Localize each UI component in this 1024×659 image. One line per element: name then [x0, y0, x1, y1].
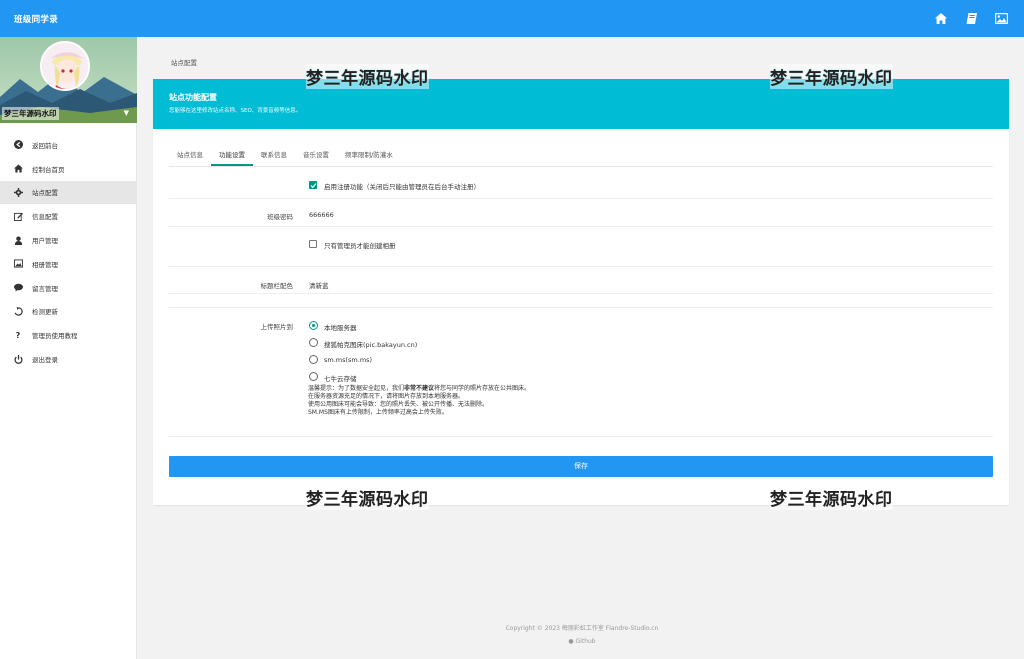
- sidebar-item-tutorial[interactable]: ? 管理员使用教程: [0, 323, 136, 347]
- divider: [169, 293, 993, 294]
- sidebar-item-update[interactable]: 检测更新: [0, 300, 136, 324]
- class-password-label: 班级密码: [267, 213, 293, 221]
- username: 梦三年源码水印: [2, 107, 59, 120]
- tab-rate-limit[interactable]: 频率限制/防灌水: [337, 146, 401, 166]
- tab-function-settings[interactable]: 功能设置: [211, 146, 253, 166]
- admin-album-checkbox[interactable]: [309, 240, 317, 248]
- register-label: 启用注册功能（关闭后只能由管理员在后台手动注册）: [324, 183, 480, 191]
- sidebar-item-label: 控制台首页: [32, 165, 65, 174]
- chevron-down-icon[interactable]: ▼: [124, 109, 129, 117]
- power-icon: [13, 354, 23, 364]
- card-subtitle: 您能够在这里修改站点名称、SEO、背景音频等信息。: [169, 108, 302, 114]
- gear-icon: [13, 187, 23, 197]
- app-title[interactable]: 班级同学录: [14, 13, 58, 25]
- github-link[interactable]: ● Github: [497, 635, 667, 648]
- hint-text: 使用公用图床可能会导致：您的照片丢失、被公开传播、无法删除。: [308, 401, 489, 408]
- admin-album-label: 只有管理员才能创建相册: [324, 242, 396, 250]
- upload-option-smms: sm.ms(sm.ms): [324, 356, 373, 364]
- sidebar-item-logout[interactable]: 退出登录: [0, 347, 136, 371]
- watermark: 梦三年源码水印: [306, 64, 429, 89]
- home-icon[interactable]: [934, 12, 948, 26]
- hint-text: SM.MS图床有上传限制，上传频率过高会上传失败。: [308, 409, 448, 416]
- sidebar-item-label: 用户管理: [32, 237, 58, 246]
- upload-radio-qiniu[interactable]: [309, 372, 318, 381]
- title-color-label: 标题栏配色: [260, 282, 294, 290]
- footer: Copyright © 2023 梅丽彩虹工作室 Flandre-Studio.…: [497, 622, 667, 648]
- sidebar-item-albums[interactable]: 相册管理: [0, 252, 136, 276]
- tab-contact-info[interactable]: 联系信息: [253, 146, 295, 166]
- upload-option-bakayun: 搜狐帕克图床(pic.bakayun.cn): [324, 341, 418, 349]
- sidebar-item-label: 返回前台: [32, 141, 58, 150]
- edit-icon: [13, 211, 23, 221]
- sidebar-item-site-config[interactable]: 站点配置: [0, 180, 136, 205]
- copyright: Copyright © 2023 梅丽彩虹工作室 Flandre-Studio.…: [505, 625, 659, 632]
- avatar[interactable]: [40, 41, 90, 91]
- sidebar-item-info-config[interactable]: 信息配置: [0, 204, 136, 228]
- hint-text: 在服务器资源充足的情况下，请将图片存放到本地服务器。: [308, 393, 465, 400]
- divider: [169, 307, 993, 308]
- class-password-input[interactable]: 666666: [309, 211, 334, 219]
- user-icon: [13, 235, 23, 245]
- hint-emphasis: 非常不建议: [404, 385, 435, 392]
- sidebar-item-label: 相册管理: [32, 260, 58, 269]
- watermark: 梦三年源码水印: [770, 485, 893, 510]
- divider: [169, 436, 993, 437]
- image-icon: [13, 259, 23, 269]
- sidebar-menu: 返回前台 控制台首页 站点配置 信息配置 用户管理 相册管理 留言管理 检测更新…: [0, 133, 136, 371]
- sidebar-item-label: 站点配置: [32, 189, 58, 198]
- tab-music-settings[interactable]: 音乐设置: [295, 146, 337, 166]
- upload-radio-smms[interactable]: [309, 355, 318, 364]
- sidebar-item-dashboard[interactable]: 控制台首页: [0, 157, 136, 181]
- tab-site-info[interactable]: 站点信息: [169, 146, 211, 166]
- check-icon: [310, 182, 316, 188]
- divider: [169, 198, 993, 199]
- profile-banner[interactable]: 梦三年源码水印 ▼: [0, 37, 137, 123]
- home-icon: [13, 164, 23, 174]
- upload-hint: 温馨提示：为了数据安全起见，我们非常不建议将您与同学的照片存放在公共图床。 在服…: [308, 385, 530, 417]
- sidebar-item-label: 信息配置: [32, 213, 58, 222]
- tab-bar: 站点信息 功能设置 联系信息 音乐设置 频率限制/防灌水: [169, 146, 993, 167]
- sidebar-item-label: 检测更新: [32, 308, 58, 317]
- upload-label: 上传照片到: [260, 323, 294, 331]
- topbar-icons: [934, 12, 1008, 26]
- question-icon: ?: [15, 330, 21, 340]
- sidebar-item-label: 管理员使用教程: [32, 332, 78, 341]
- upload-option-local: 本地服务器: [324, 324, 357, 332]
- save-button[interactable]: 保存: [169, 456, 993, 477]
- sidebar-item-users[interactable]: 用户管理: [0, 228, 136, 252]
- refresh-icon: [13, 306, 23, 316]
- card-title: 站点功能配置: [169, 93, 217, 102]
- arrow-left-circle-icon: [13, 140, 23, 150]
- hint-text: 温馨提示：为了数据安全起见，我们: [308, 385, 405, 392]
- config-card: 站点功能配置 您能够在这里修改站点名称、SEO、背景音频等信息。 站点信息 功能…: [153, 79, 1009, 505]
- book-icon[interactable]: [964, 12, 978, 26]
- top-bar: 班级同学录: [0, 0, 1024, 37]
- divider: [169, 226, 993, 227]
- divider: [169, 266, 993, 267]
- upload-option-qiniu: 七牛云存储: [324, 375, 357, 383]
- watermark: 梦三年源码水印: [306, 485, 429, 510]
- hint-text: 将您与同学的照片存放在公共图床。: [434, 385, 531, 392]
- sidebar-item-label: 退出登录: [32, 356, 58, 365]
- github-icon: ●: [568, 638, 574, 645]
- watermark: 梦三年源码水印: [770, 64, 893, 89]
- sidebar-item-messages[interactable]: 留言管理: [0, 276, 136, 300]
- sidebar: 梦三年源码水印 ▼ 返回前台 控制台首页 站点配置 信息配置 用户管理 相册管理: [0, 37, 137, 659]
- register-checkbox[interactable]: [309, 181, 317, 189]
- title-color-select[interactable]: 清新蓝: [309, 280, 329, 290]
- sidebar-item-label: 留言管理: [32, 284, 58, 293]
- comment-icon: [13, 283, 23, 293]
- upload-radio-local[interactable]: [309, 321, 318, 330]
- github-label: Github: [575, 638, 596, 645]
- image-icon[interactable]: [994, 12, 1008, 26]
- breadcrumb: 站点配置: [171, 59, 197, 67]
- sidebar-item-home-front[interactable]: 返回前台: [0, 133, 136, 157]
- upload-radio-bakayun[interactable]: [309, 338, 318, 347]
